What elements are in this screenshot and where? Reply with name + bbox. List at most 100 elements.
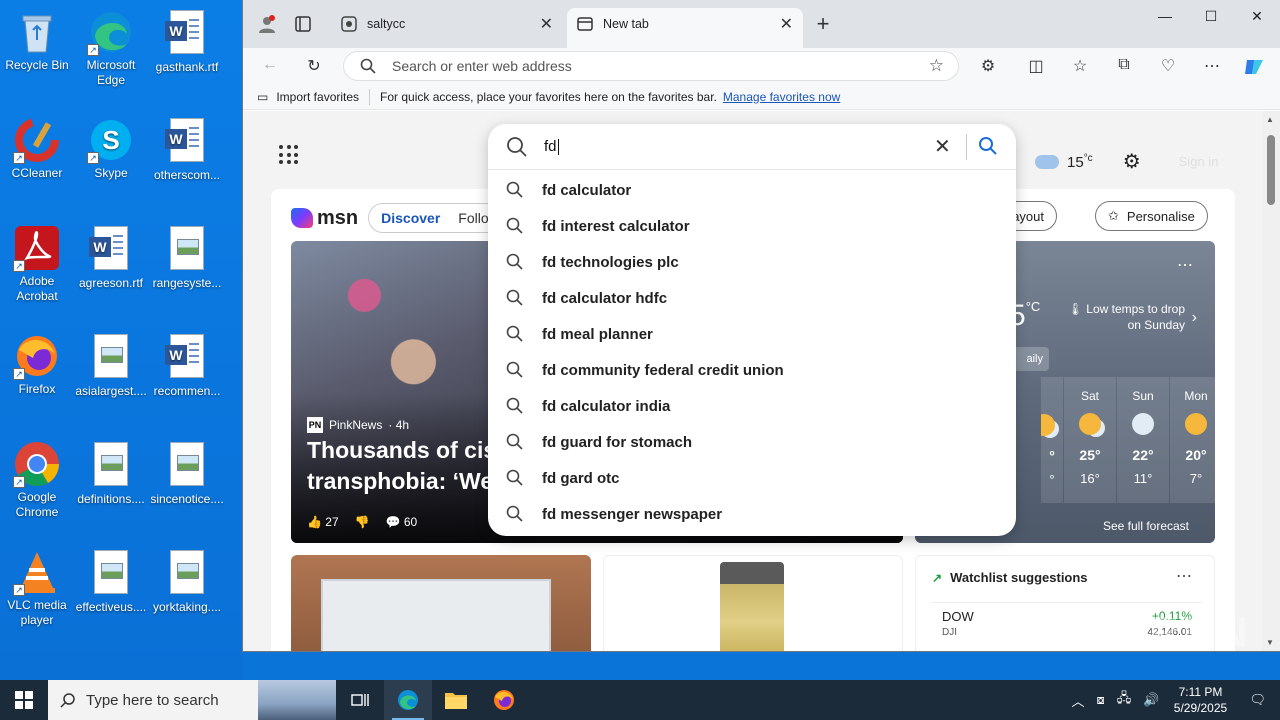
desktop-icon-vlc[interactable]: ↗ VLC media player xyxy=(0,548,74,628)
forecast-hi: 22° xyxy=(1132,447,1154,463)
taskbar-firefox-icon[interactable] xyxy=(480,680,528,720)
import-favorites-icon[interactable]: ▭ xyxy=(257,90,268,104)
suggestion-item[interactable]: fd meal planner xyxy=(488,316,1016,352)
favorites-icon[interactable]: ☆ xyxy=(1069,56,1091,76)
volume-icon[interactable]: 🔊 xyxy=(1143,692,1159,708)
start-button[interactable] xyxy=(0,680,48,720)
desktop-icon-skype[interactable]: S ↗ Skype xyxy=(74,116,148,181)
apps-launcher-icon[interactable] xyxy=(279,145,299,165)
extensions-icon[interactable]: ⚙ xyxy=(977,56,999,76)
like-button[interactable]: 👍 27 xyxy=(307,515,339,529)
chevron-right-icon[interactable]: › xyxy=(1192,309,1197,327)
close-tab-icon[interactable]: ✕ xyxy=(780,14,793,34)
address-bar[interactable]: Search or enter web address ☆ xyxy=(343,51,959,81)
desktop-icon-recommen[interactable]: W recommen... xyxy=(150,332,224,399)
nav-following[interactable]: Follo xyxy=(458,210,488,226)
page-scrollbar[interactable]: ▲ ▼ xyxy=(1262,111,1280,651)
desktop-icon-ccleaner[interactable]: ↗ CCleaner xyxy=(0,116,74,181)
desktop-icon-rangesyste[interactable]: rangesyste... xyxy=(150,224,224,291)
weather-temp: 15 xyxy=(1067,153,1084,171)
copilot-icon[interactable] xyxy=(1243,56,1265,83)
close-tab-icon[interactable]: ✕ xyxy=(540,14,553,34)
file-explorer-icon[interactable] xyxy=(432,680,480,720)
minimize-icon[interactable]: — xyxy=(1142,0,1188,32)
tab-new-tab[interactable]: New tab ✕ xyxy=(567,8,803,48)
desktop-icon-adobe-acrobat[interactable]: ↗ Adobe Acrobat xyxy=(0,224,74,304)
clear-search-icon[interactable]: ✕ xyxy=(934,134,951,159)
desktop-icon-google-chrome[interactable]: ↗ Google Chrome xyxy=(0,440,74,520)
image-file-icon xyxy=(163,226,211,274)
suggestion-item[interactable]: fd calculator hdfc xyxy=(488,280,1016,316)
more-menu-icon[interactable]: ⋯ xyxy=(1201,56,1223,76)
favorite-star-icon[interactable]: ☆ xyxy=(929,56,944,76)
suggestion-item[interactable]: fd gard otc xyxy=(488,460,1016,496)
search-submit-icon[interactable] xyxy=(978,136,998,156)
search-suggestions-panel: fd ✕ fd calculator fd interest calculato… xyxy=(488,124,1016,536)
desktop: Recycle Bin ↗ CCleaner ↗ Adobe Acrobat ↗… xyxy=(0,0,242,680)
tab-actions-icon[interactable] xyxy=(293,14,313,34)
nav-discover[interactable]: Discover xyxy=(381,210,440,226)
network-icon[interactable]: 🖧 xyxy=(1117,689,1132,711)
tab-saltycc[interactable]: saltycc ✕ xyxy=(331,8,563,40)
msn-logo[interactable]: msn xyxy=(291,207,358,230)
suggestion-item[interactable]: fd community federal credit union xyxy=(488,352,1016,388)
import-favorites-link[interactable]: Import favorites xyxy=(276,90,359,104)
notifications-icon[interactable]: 🗨 xyxy=(1249,692,1266,708)
maximize-icon[interactable]: ☐ xyxy=(1188,0,1234,32)
sign-in-button[interactable]: Sign in xyxy=(1179,154,1219,169)
device-icon[interactable]: ⧇ xyxy=(1097,692,1105,708)
clock[interactable]: 7:11 PM 5/29/2025 xyxy=(1165,684,1235,716)
taskbar-search[interactable]: Type here to search xyxy=(48,680,336,720)
desktop-icon-recycle-bin[interactable]: Recycle Bin xyxy=(0,8,74,73)
close-window-icon[interactable]: ✕ xyxy=(1234,0,1280,32)
desktop-icon-effectiveus[interactable]: effectiveus.... xyxy=(74,548,148,615)
taskbar-edge-icon[interactable] xyxy=(384,680,432,720)
weather-widget[interactable]: 15°c ⚙ Sign in xyxy=(1035,149,1218,174)
more-options-icon[interactable]: ⋯ xyxy=(1177,255,1193,275)
dislike-icon[interactable]: 👎 xyxy=(355,515,370,529)
new-tab-plus-icon[interactable]: + xyxy=(813,11,833,36)
see-full-forecast-link[interactable]: See full forecast xyxy=(1103,519,1189,533)
desktop-icon-definitions[interactable]: definitions.... xyxy=(74,440,148,507)
split-screen-icon[interactable]: ◫ xyxy=(1025,56,1047,76)
comment-button[interactable]: 💬 60 xyxy=(386,515,418,529)
desktop-icon-yorktaking[interactable]: yorktaking.... xyxy=(150,548,224,615)
desktop-icon-otherscom[interactable]: W otherscom... xyxy=(150,116,224,183)
shortcut-arrow-icon: ↗ xyxy=(13,152,25,164)
more-options-icon[interactable]: ⋯ xyxy=(1176,566,1192,586)
suggestion-item[interactable]: fd messenger newspaper xyxy=(488,496,1016,532)
search-icon xyxy=(506,289,523,306)
article-card-ac[interactable] xyxy=(291,555,591,651)
search-icon xyxy=(60,693,75,708)
suggestion-item[interactable]: fd interest calculator xyxy=(488,208,1016,244)
suggestion-item[interactable]: fd guard for stomach xyxy=(488,424,1016,460)
scroll-up-icon[interactable]: ▲ xyxy=(1266,115,1274,124)
desktop-icon-gasthank-rtf[interactable]: W gasthank.rtf xyxy=(150,8,224,75)
browser-essentials-icon[interactable]: ♡ xyxy=(1157,56,1179,76)
daily-tab[interactable]: aily xyxy=(1011,347,1049,371)
cloudy-rain-icon xyxy=(1132,413,1154,435)
desktop-icon-firefox[interactable]: ↗ Firefox xyxy=(0,332,74,397)
scroll-down-icon[interactable]: ▼ xyxy=(1266,638,1274,647)
back-arrow-icon[interactable]: ← xyxy=(259,56,281,74)
desktop-icon-microsoft-edge[interactable]: ↗ Microsoft Edge xyxy=(74,8,148,88)
desktop-icon-sincenotice[interactable]: sincenotice.... xyxy=(150,440,224,507)
show-hidden-icons-chevron-icon[interactable]: ︿ xyxy=(1072,691,1085,710)
suggestion-prefix: fd xyxy=(542,217,557,235)
settings-gear-icon[interactable]: ⚙ xyxy=(1123,149,1141,174)
task-view-icon[interactable] xyxy=(336,680,384,720)
desktop-icon-agreeson-rtf[interactable]: W agreeson.rtf xyxy=(74,224,148,291)
desktop-icon-asialargest[interactable]: asialargest.... xyxy=(74,332,148,399)
suggestion-item[interactable]: fd technologies plc xyxy=(488,244,1016,280)
article-card-perfume[interactable] xyxy=(603,555,903,651)
refresh-icon[interactable]: ↻ xyxy=(303,56,325,76)
profile-icon[interactable] xyxy=(257,14,277,34)
scroll-thumb[interactable] xyxy=(1267,135,1275,205)
personalise-button[interactable]: ✩ Personalise xyxy=(1095,201,1208,231)
word-document-icon: W xyxy=(87,226,135,274)
suggestion-item[interactable]: fd calculator xyxy=(488,172,1016,208)
suggestion-item[interactable]: fd calculator india xyxy=(488,388,1016,424)
search-input[interactable]: fd xyxy=(544,138,559,156)
manage-favorites-link[interactable]: Manage favorites now xyxy=(723,90,840,104)
collections-icon[interactable]: ⧉ xyxy=(1113,56,1135,74)
